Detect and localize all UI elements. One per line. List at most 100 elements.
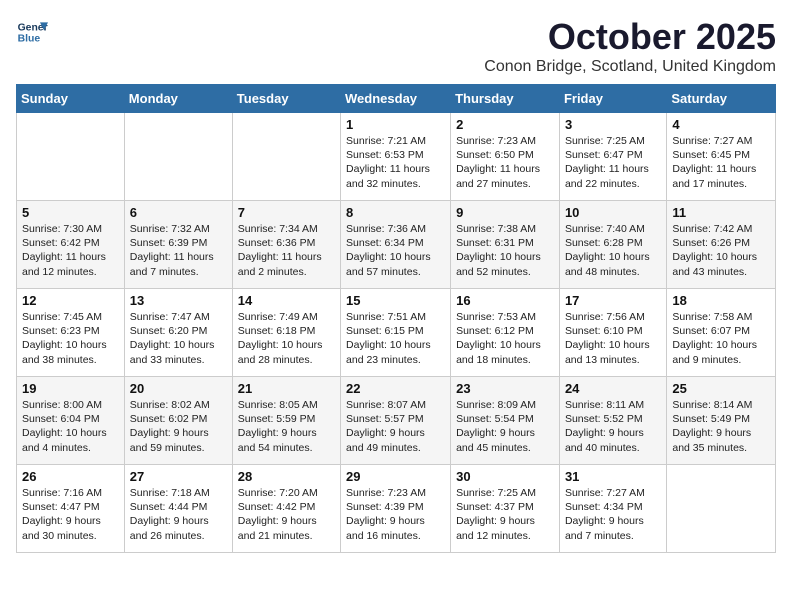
day-number: 18 — [672, 293, 770, 308]
weekday-header-wednesday: Wednesday — [341, 85, 451, 113]
calendar-cell: 2 Sunrise: 7:23 AM Sunset: 6:50 PM Daylig… — [451, 113, 560, 201]
day-number: 6 — [130, 205, 227, 220]
day-info: Sunrise: 7:21 AM Sunset: 6:53 PM Dayligh… — [346, 134, 445, 191]
weekday-header-thursday: Thursday — [451, 85, 560, 113]
day-number: 23 — [456, 381, 554, 396]
day-info: Sunrise: 7:38 AM Sunset: 6:31 PM Dayligh… — [456, 222, 554, 279]
calendar-cell: 12 Sunrise: 7:45 AM Sunset: 6:23 PM Dayli… — [17, 289, 125, 377]
week-row-1: 1 Sunrise: 7:21 AM Sunset: 6:53 PM Daylig… — [17, 113, 776, 201]
calendar-cell: 20 Sunrise: 8:02 AM Sunset: 6:02 PM Dayli… — [124, 377, 232, 465]
calendar-cell: 3 Sunrise: 7:25 AM Sunset: 6:47 PM Daylig… — [559, 113, 666, 201]
calendar-cell: 31Sunrise: 7:27 AM Sunset: 4:34 PM Dayli… — [559, 465, 666, 553]
day-number: 17 — [565, 293, 661, 308]
calendar-cell: 19 Sunrise: 8:00 AM Sunset: 6:04 PM Dayli… — [17, 377, 125, 465]
day-info: Sunrise: 7:32 AM Sunset: 6:39 PM Dayligh… — [130, 222, 227, 279]
day-info: Sunrise: 7:23 AM Sunset: 6:50 PM Dayligh… — [456, 134, 554, 191]
day-info: Sunrise: 8:14 AM Sunset: 5:49 PM Dayligh… — [672, 398, 770, 455]
calendar-cell: 28 Sunrise: 7:20 AM Sunset: 4:42 PM Dayli… — [232, 465, 340, 553]
day-info: Sunrise: 7:42 AM Sunset: 6:26 PM Dayligh… — [672, 222, 770, 279]
calendar-cell: 24Sunrise: 8:11 AM Sunset: 5:52 PM Dayli… — [559, 377, 666, 465]
day-info: Sunrise: 7:25 AM Sunset: 4:37 PM Dayligh… — [456, 486, 554, 543]
calendar-cell: 27 Sunrise: 7:18 AM Sunset: 4:44 PM Dayli… — [124, 465, 232, 553]
weekday-header-saturday: Saturday — [667, 85, 776, 113]
day-number: 15 — [346, 293, 445, 308]
calendar-cell — [667, 465, 776, 553]
day-info: Sunrise: 7:18 AM Sunset: 4:44 PM Dayligh… — [130, 486, 227, 543]
weekday-header-friday: Friday — [559, 85, 666, 113]
week-row-5: 26Sunrise: 7:16 AM Sunset: 4:47 PM Dayli… — [17, 465, 776, 553]
calendar-cell: 9 Sunrise: 7:38 AM Sunset: 6:31 PM Daylig… — [451, 201, 560, 289]
week-row-2: 5 Sunrise: 7:30 AM Sunset: 6:42 PM Daylig… — [17, 201, 776, 289]
day-info: Sunrise: 7:34 AM Sunset: 6:36 PM Dayligh… — [238, 222, 335, 279]
day-info: Sunrise: 8:00 AM Sunset: 6:04 PM Dayligh… — [22, 398, 119, 455]
calendar-cell: 8 Sunrise: 7:36 AM Sunset: 6:34 PM Daylig… — [341, 201, 451, 289]
page-header: General Blue October 2025 Conon Bridge, … — [16, 16, 776, 76]
day-info: Sunrise: 7:25 AM Sunset: 6:47 PM Dayligh… — [565, 134, 661, 191]
day-number: 20 — [130, 381, 227, 396]
day-number: 7 — [238, 205, 335, 220]
day-number: 24 — [565, 381, 661, 396]
weekday-header-row: SundayMondayTuesdayWednesdayThursdayFrid… — [17, 85, 776, 113]
week-row-3: 12 Sunrise: 7:45 AM Sunset: 6:23 PM Dayli… — [17, 289, 776, 377]
month-title: October 2025 — [484, 16, 776, 58]
day-info: Sunrise: 7:27 AM Sunset: 4:34 PM Dayligh… — [565, 486, 661, 543]
day-number: 27 — [130, 469, 227, 484]
calendar-cell: 21Sunrise: 8:05 AM Sunset: 5:59 PM Dayli… — [232, 377, 340, 465]
day-info: Sunrise: 7:51 AM Sunset: 6:15 PM Dayligh… — [346, 310, 445, 367]
calendar-cell: 30 Sunrise: 7:25 AM Sunset: 4:37 PM Dayli… — [451, 465, 560, 553]
week-row-4: 19 Sunrise: 8:00 AM Sunset: 6:04 PM Dayli… — [17, 377, 776, 465]
location-subtitle: Conon Bridge, Scotland, United Kingdom — [484, 58, 776, 76]
day-info: Sunrise: 7:53 AM Sunset: 6:12 PM Dayligh… — [456, 310, 554, 367]
day-info: Sunrise: 7:30 AM Sunset: 6:42 PM Dayligh… — [22, 222, 119, 279]
logo-icon: General Blue — [16, 16, 48, 48]
day-number: 19 — [22, 381, 119, 396]
calendar-cell: 16 Sunrise: 7:53 AM Sunset: 6:12 PM Dayli… — [451, 289, 560, 377]
calendar-cell: 7 Sunrise: 7:34 AM Sunset: 6:36 PM Daylig… — [232, 201, 340, 289]
calendar-cell: 22Sunrise: 8:07 AM Sunset: 5:57 PM Dayli… — [341, 377, 451, 465]
calendar-cell — [124, 113, 232, 201]
calendar-cell: 18Sunrise: 7:58 AM Sunset: 6:07 PM Dayli… — [667, 289, 776, 377]
day-info: Sunrise: 7:16 AM Sunset: 4:47 PM Dayligh… — [22, 486, 119, 543]
day-info: Sunrise: 7:23 AM Sunset: 4:39 PM Dayligh… — [346, 486, 445, 543]
day-number: 9 — [456, 205, 554, 220]
calendar-cell: 29 Sunrise: 7:23 AM Sunset: 4:39 PM Dayli… — [341, 465, 451, 553]
day-info: Sunrise: 7:56 AM Sunset: 6:10 PM Dayligh… — [565, 310, 661, 367]
day-number: 2 — [456, 117, 554, 132]
day-info: Sunrise: 8:02 AM Sunset: 6:02 PM Dayligh… — [130, 398, 227, 455]
day-info: Sunrise: 7:49 AM Sunset: 6:18 PM Dayligh… — [238, 310, 335, 367]
weekday-header-tuesday: Tuesday — [232, 85, 340, 113]
day-info: Sunrise: 7:45 AM Sunset: 6:23 PM Dayligh… — [22, 310, 119, 367]
day-number: 25 — [672, 381, 770, 396]
day-info: Sunrise: 7:20 AM Sunset: 4:42 PM Dayligh… — [238, 486, 335, 543]
calendar-cell: 6 Sunrise: 7:32 AM Sunset: 6:39 PM Daylig… — [124, 201, 232, 289]
calendar-cell: 5 Sunrise: 7:30 AM Sunset: 6:42 PM Daylig… — [17, 201, 125, 289]
calendar-cell — [232, 113, 340, 201]
calendar-cell: 11Sunrise: 7:42 AM Sunset: 6:26 PM Dayli… — [667, 201, 776, 289]
calendar-table: SundayMondayTuesdayWednesdayThursdayFrid… — [16, 84, 776, 553]
logo: General Blue — [16, 16, 48, 48]
day-number: 4 — [672, 117, 770, 132]
calendar-cell: 1 Sunrise: 7:21 AM Sunset: 6:53 PM Daylig… — [341, 113, 451, 201]
day-number: 28 — [238, 469, 335, 484]
calendar-cell: 17 Sunrise: 7:56 AM Sunset: 6:10 PM Dayli… — [559, 289, 666, 377]
day-number: 3 — [565, 117, 661, 132]
day-number: 29 — [346, 469, 445, 484]
weekday-header-sunday: Sunday — [17, 85, 125, 113]
day-number: 21 — [238, 381, 335, 396]
day-number: 30 — [456, 469, 554, 484]
day-number: 8 — [346, 205, 445, 220]
day-number: 12 — [22, 293, 119, 308]
calendar-cell — [17, 113, 125, 201]
day-number: 16 — [456, 293, 554, 308]
day-number: 5 — [22, 205, 119, 220]
calendar-cell: 10Sunrise: 7:40 AM Sunset: 6:28 PM Dayli… — [559, 201, 666, 289]
calendar-cell: 23Sunrise: 8:09 AM Sunset: 5:54 PM Dayli… — [451, 377, 560, 465]
day-number: 10 — [565, 205, 661, 220]
calendar-cell: 25 Sunrise: 8:14 AM Sunset: 5:49 PM Dayli… — [667, 377, 776, 465]
day-info: Sunrise: 7:36 AM Sunset: 6:34 PM Dayligh… — [346, 222, 445, 279]
calendar-cell: 14 Sunrise: 7:49 AM Sunset: 6:18 PM Dayli… — [232, 289, 340, 377]
svg-text:Blue: Blue — [18, 34, 41, 45]
day-number: 1 — [346, 117, 445, 132]
day-number: 13 — [130, 293, 227, 308]
day-number: 14 — [238, 293, 335, 308]
